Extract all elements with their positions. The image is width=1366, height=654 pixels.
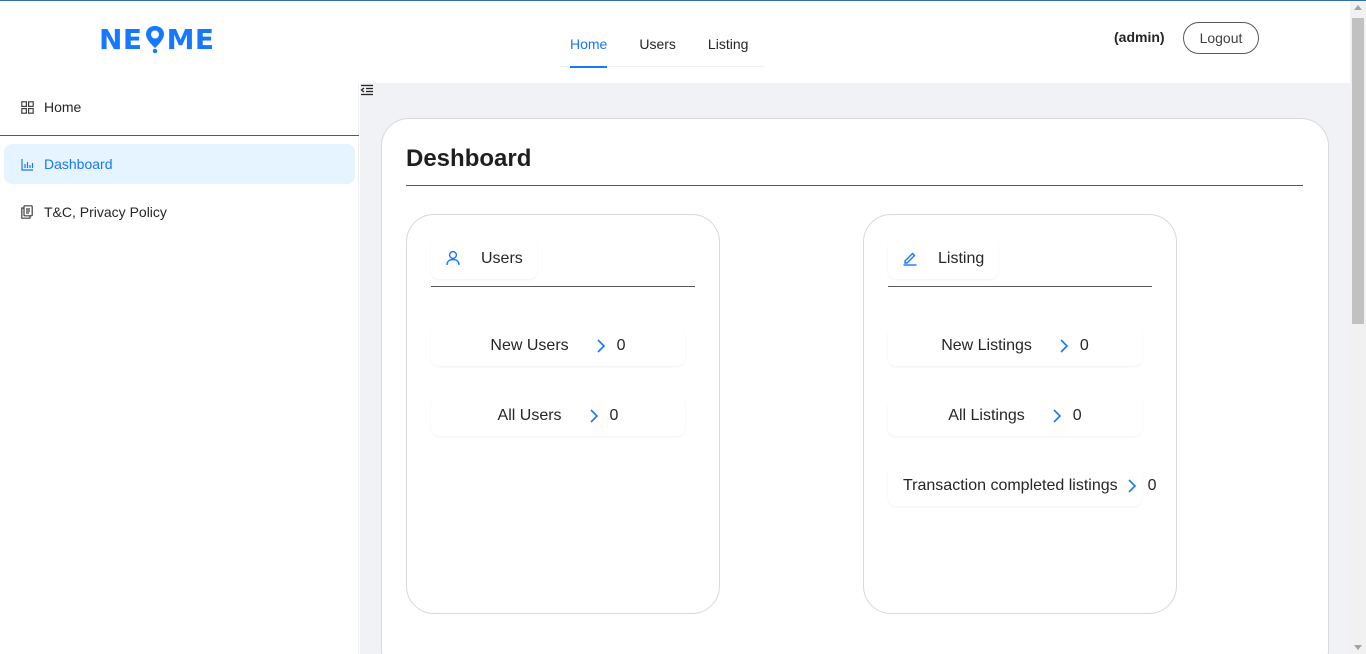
sidebar-item-label: Dashboard xyxy=(44,156,113,172)
row-count: 0 xyxy=(609,407,619,424)
nav-home[interactable]: Home xyxy=(560,25,623,68)
location-pin-icon xyxy=(144,24,166,54)
row-count: 0 xyxy=(1147,477,1157,494)
scrollbar-thumb[interactable] xyxy=(1352,18,1364,324)
nav-users[interactable]: Users xyxy=(623,25,692,67)
top-header: NE ME Home Users Listing (admin) Logout xyxy=(0,1,1350,83)
users-card: Users New Users 0 All Users 0 xyxy=(406,214,720,614)
sidebar-item-home[interactable]: Home xyxy=(4,87,355,127)
row-label: All Users xyxy=(497,407,562,424)
page-title: Deshboard xyxy=(406,145,532,172)
row-label: All Listings xyxy=(948,407,1025,424)
all-listings-row[interactable]: All Listings 0 xyxy=(888,396,1142,436)
sidebar-divider xyxy=(0,135,359,136)
chevron-right-icon xyxy=(588,408,600,424)
chevron-right-icon xyxy=(1058,338,1070,354)
sidebar-item-dashboard[interactable]: Dashboard xyxy=(4,144,355,184)
nav-listing[interactable]: Listing xyxy=(692,25,764,67)
chevron-right-icon xyxy=(1051,408,1063,424)
new-listings-row[interactable]: New Listings 0 xyxy=(888,326,1142,366)
menu-fold-icon[interactable] xyxy=(360,83,374,97)
bar-chart-icon xyxy=(20,157,34,171)
users-card-header[interactable]: Users xyxy=(431,239,537,279)
card-title: Listing xyxy=(938,250,985,267)
main-content: Deshboard Users New Users 0 All Users 0 … xyxy=(360,83,1350,654)
sidebar-item-terms-privacy[interactable]: T&C, Privacy Policy xyxy=(4,192,355,232)
appstore-icon xyxy=(20,100,34,114)
card-divider xyxy=(431,286,695,287)
chevron-right-icon xyxy=(595,338,607,354)
all-users-row[interactable]: All Users 0 xyxy=(431,396,685,436)
scroll-up-arrow-icon[interactable] xyxy=(1354,5,1362,10)
logo-text-right: ME xyxy=(166,22,215,56)
row-count: 0 xyxy=(1072,407,1082,424)
top-nav: Home Users Listing xyxy=(560,25,765,68)
logout-button[interactable]: Logout xyxy=(1183,22,1259,54)
card-divider xyxy=(888,286,1152,287)
listing-card: Listing New Listings 0 All Listings 0 Tr… xyxy=(863,214,1177,614)
user-icon xyxy=(445,250,463,268)
row-count: 0 xyxy=(616,337,626,354)
brand-logo[interactable]: NE ME xyxy=(99,21,215,57)
chevron-right-icon xyxy=(1126,478,1138,494)
row-label: New Listings xyxy=(941,337,1032,354)
row-label: Transaction completed listings xyxy=(903,477,1118,494)
listing-card-header[interactable]: Listing xyxy=(888,239,998,279)
row-label: New Users xyxy=(490,337,569,354)
card-title: Users xyxy=(481,250,523,267)
new-users-row[interactable]: New Users 0 xyxy=(431,326,685,366)
scroll-down-arrow-icon[interactable] xyxy=(1354,645,1362,650)
page-scrollbar[interactable] xyxy=(1350,1,1366,654)
logo-text-left: NE xyxy=(99,22,143,56)
sidebar: Home Dashboard T&C, Privacy Policy xyxy=(0,83,359,654)
title-divider xyxy=(406,185,1303,186)
dashboard-panel: Deshboard Users New Users 0 All Users 0 … xyxy=(381,118,1329,654)
sidebar-item-label: Home xyxy=(44,99,82,115)
sidebar-item-label: T&C, Privacy Policy xyxy=(44,204,167,220)
copy-icon xyxy=(20,205,34,219)
row-count: 0 xyxy=(1079,337,1089,354)
current-user-label: (admin) xyxy=(1114,29,1165,45)
transaction-completed-listings-row[interactable]: Transaction completed listings 0 xyxy=(888,466,1157,506)
edit-icon xyxy=(902,250,920,268)
